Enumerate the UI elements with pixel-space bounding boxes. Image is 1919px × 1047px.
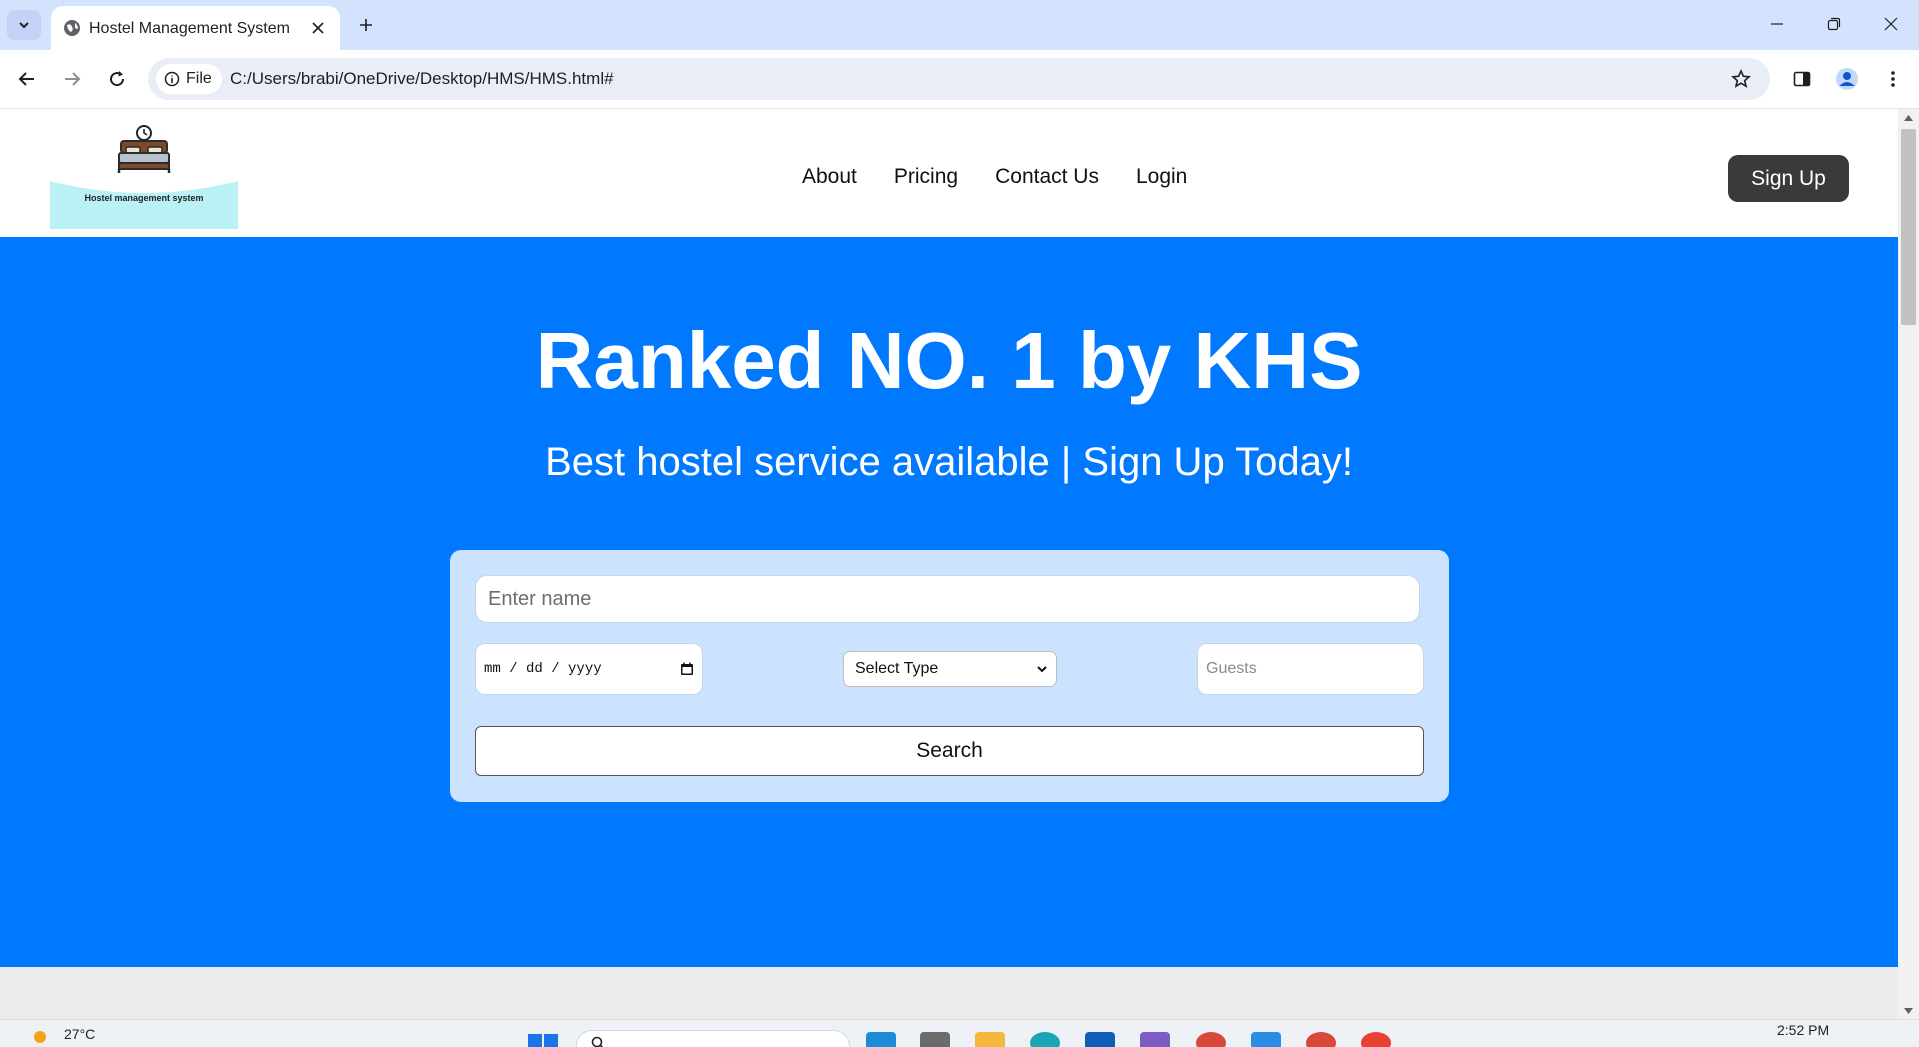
profile-avatar-icon [1836,68,1858,90]
close-icon [1884,17,1898,31]
side-panel-icon [1793,71,1811,87]
nav-link-pricing[interactable]: Pricing [894,165,958,189]
close-tab-icon[interactable] [306,16,330,40]
nav-link-login[interactable]: Login [1136,165,1187,189]
back-button[interactable] [12,64,42,94]
more-vertical-icon [1891,71,1895,87]
chevron-down-icon [1037,666,1047,673]
browser-tab-bar: Hostel Management System [0,0,1919,50]
temperature-text: 27°C [64,1026,96,1042]
hero-subtitle: Best hostel service available | Sign Up … [545,440,1353,484]
chrome-profile-app-icon[interactable] [1196,1032,1226,1047]
nav-link-contact-us[interactable]: Contact Us [995,165,1099,189]
site-header: Hostel management system About Pricing C… [0,109,1898,237]
copilot-app-icon[interactable] [866,1032,896,1047]
browser-tab[interactable]: Hostel Management System [51,6,340,50]
forward-button[interactable] [57,64,87,94]
guests-input[interactable] [1197,643,1424,695]
date-input[interactable]: mm / dd / yyyy [475,643,703,695]
site-logo[interactable]: Hostel management system [50,125,238,229]
minimize-button[interactable] [1757,8,1797,40]
file-chip-label: File [186,70,212,87]
chrome-profile-2-app-icon[interactable] [1306,1032,1336,1047]
scroll-down-arrow-icon[interactable] [1898,1002,1919,1019]
address-bar[interactable]: File C:/Users/brabi/OneDrive/Desktop/HMS… [148,58,1770,100]
edge-app-icon[interactable] [1030,1032,1060,1047]
search-form: mm / dd / yyyy Select Type Search [450,550,1449,802]
page-viewport: Hostel management system About Pricing C… [0,109,1898,1019]
taskbar-search-box[interactable] [576,1030,850,1047]
reload-button[interactable] [102,64,132,94]
tab-search-button[interactable] [7,10,41,40]
type-select[interactable]: Select Type [843,651,1057,687]
plus-icon [360,19,372,31]
browser-menu-button[interactable] [1878,64,1908,94]
profile-button[interactable] [1832,64,1862,94]
task-view-app-icon[interactable] [920,1032,950,1047]
chrome-app-icon[interactable] [1361,1032,1391,1047]
tab-title: Hostel Management System [89,20,290,37]
vscode-app-icon[interactable] [1251,1032,1281,1047]
logo-text: Hostel management system [84,193,204,203]
scroll-up-arrow-icon[interactable] [1898,109,1919,126]
browser-toolbar: File C:/Users/brabi/OneDrive/Desktop/HMS… [0,50,1919,109]
name-input[interactable] [475,575,1420,623]
windows-start-icon[interactable] [528,1034,558,1047]
arrow-left-icon [18,72,34,86]
restore-button[interactable] [1814,8,1854,40]
file-explorer-app-icon[interactable] [975,1032,1005,1047]
hero-section: Ranked NO. 1 by KHS Best hostel service … [0,237,1898,967]
new-tab-button[interactable] [352,11,380,39]
info-icon [164,71,180,87]
calendar-icon[interactable] [680,662,694,676]
hostel-logo-icon [50,125,238,229]
search-icon [591,1036,604,1047]
sign-up-button[interactable]: Sign Up [1728,155,1849,202]
side-panel-button[interactable] [1787,64,1817,94]
bookmark-star-button[interactable] [1728,66,1754,92]
scrollbar-thumb[interactable] [1901,129,1916,325]
restore-icon [1827,17,1841,31]
site-info-chip[interactable]: File [156,64,222,94]
store-app-icon[interactable] [1085,1032,1115,1047]
chevron-down-icon [19,22,29,29]
date-placeholder: mm / dd / yyyy [484,661,602,677]
weather-widget[interactable]: 27°C [30,1024,95,1044]
globe-icon [64,20,80,36]
type-select-value: Select Type [855,660,939,677]
hero-title: Ranked NO. 1 by KHS [535,316,1363,405]
close-window-button[interactable] [1871,8,1911,40]
minimize-icon [1771,23,1783,25]
star-icon [1731,69,1751,88]
arrow-right-icon [65,72,81,86]
nav-link-about[interactable]: About [802,165,857,189]
main-nav: About Pricing Contact Us Login [802,165,1187,189]
url-text: C:/Users/brabi/OneDrive/Desktop/HMS/HMS.… [230,69,614,88]
sun-cloud-icon [34,1031,46,1043]
clock-text: 2:52 PM [1777,1022,1830,1038]
teams-app-icon[interactable] [1140,1032,1170,1047]
reload-icon [110,71,125,87]
page-scrollbar[interactable] [1898,109,1919,1019]
search-button[interactable]: Search [475,726,1424,776]
os-taskbar: 27°C 2:52 PM [0,1019,1919,1047]
